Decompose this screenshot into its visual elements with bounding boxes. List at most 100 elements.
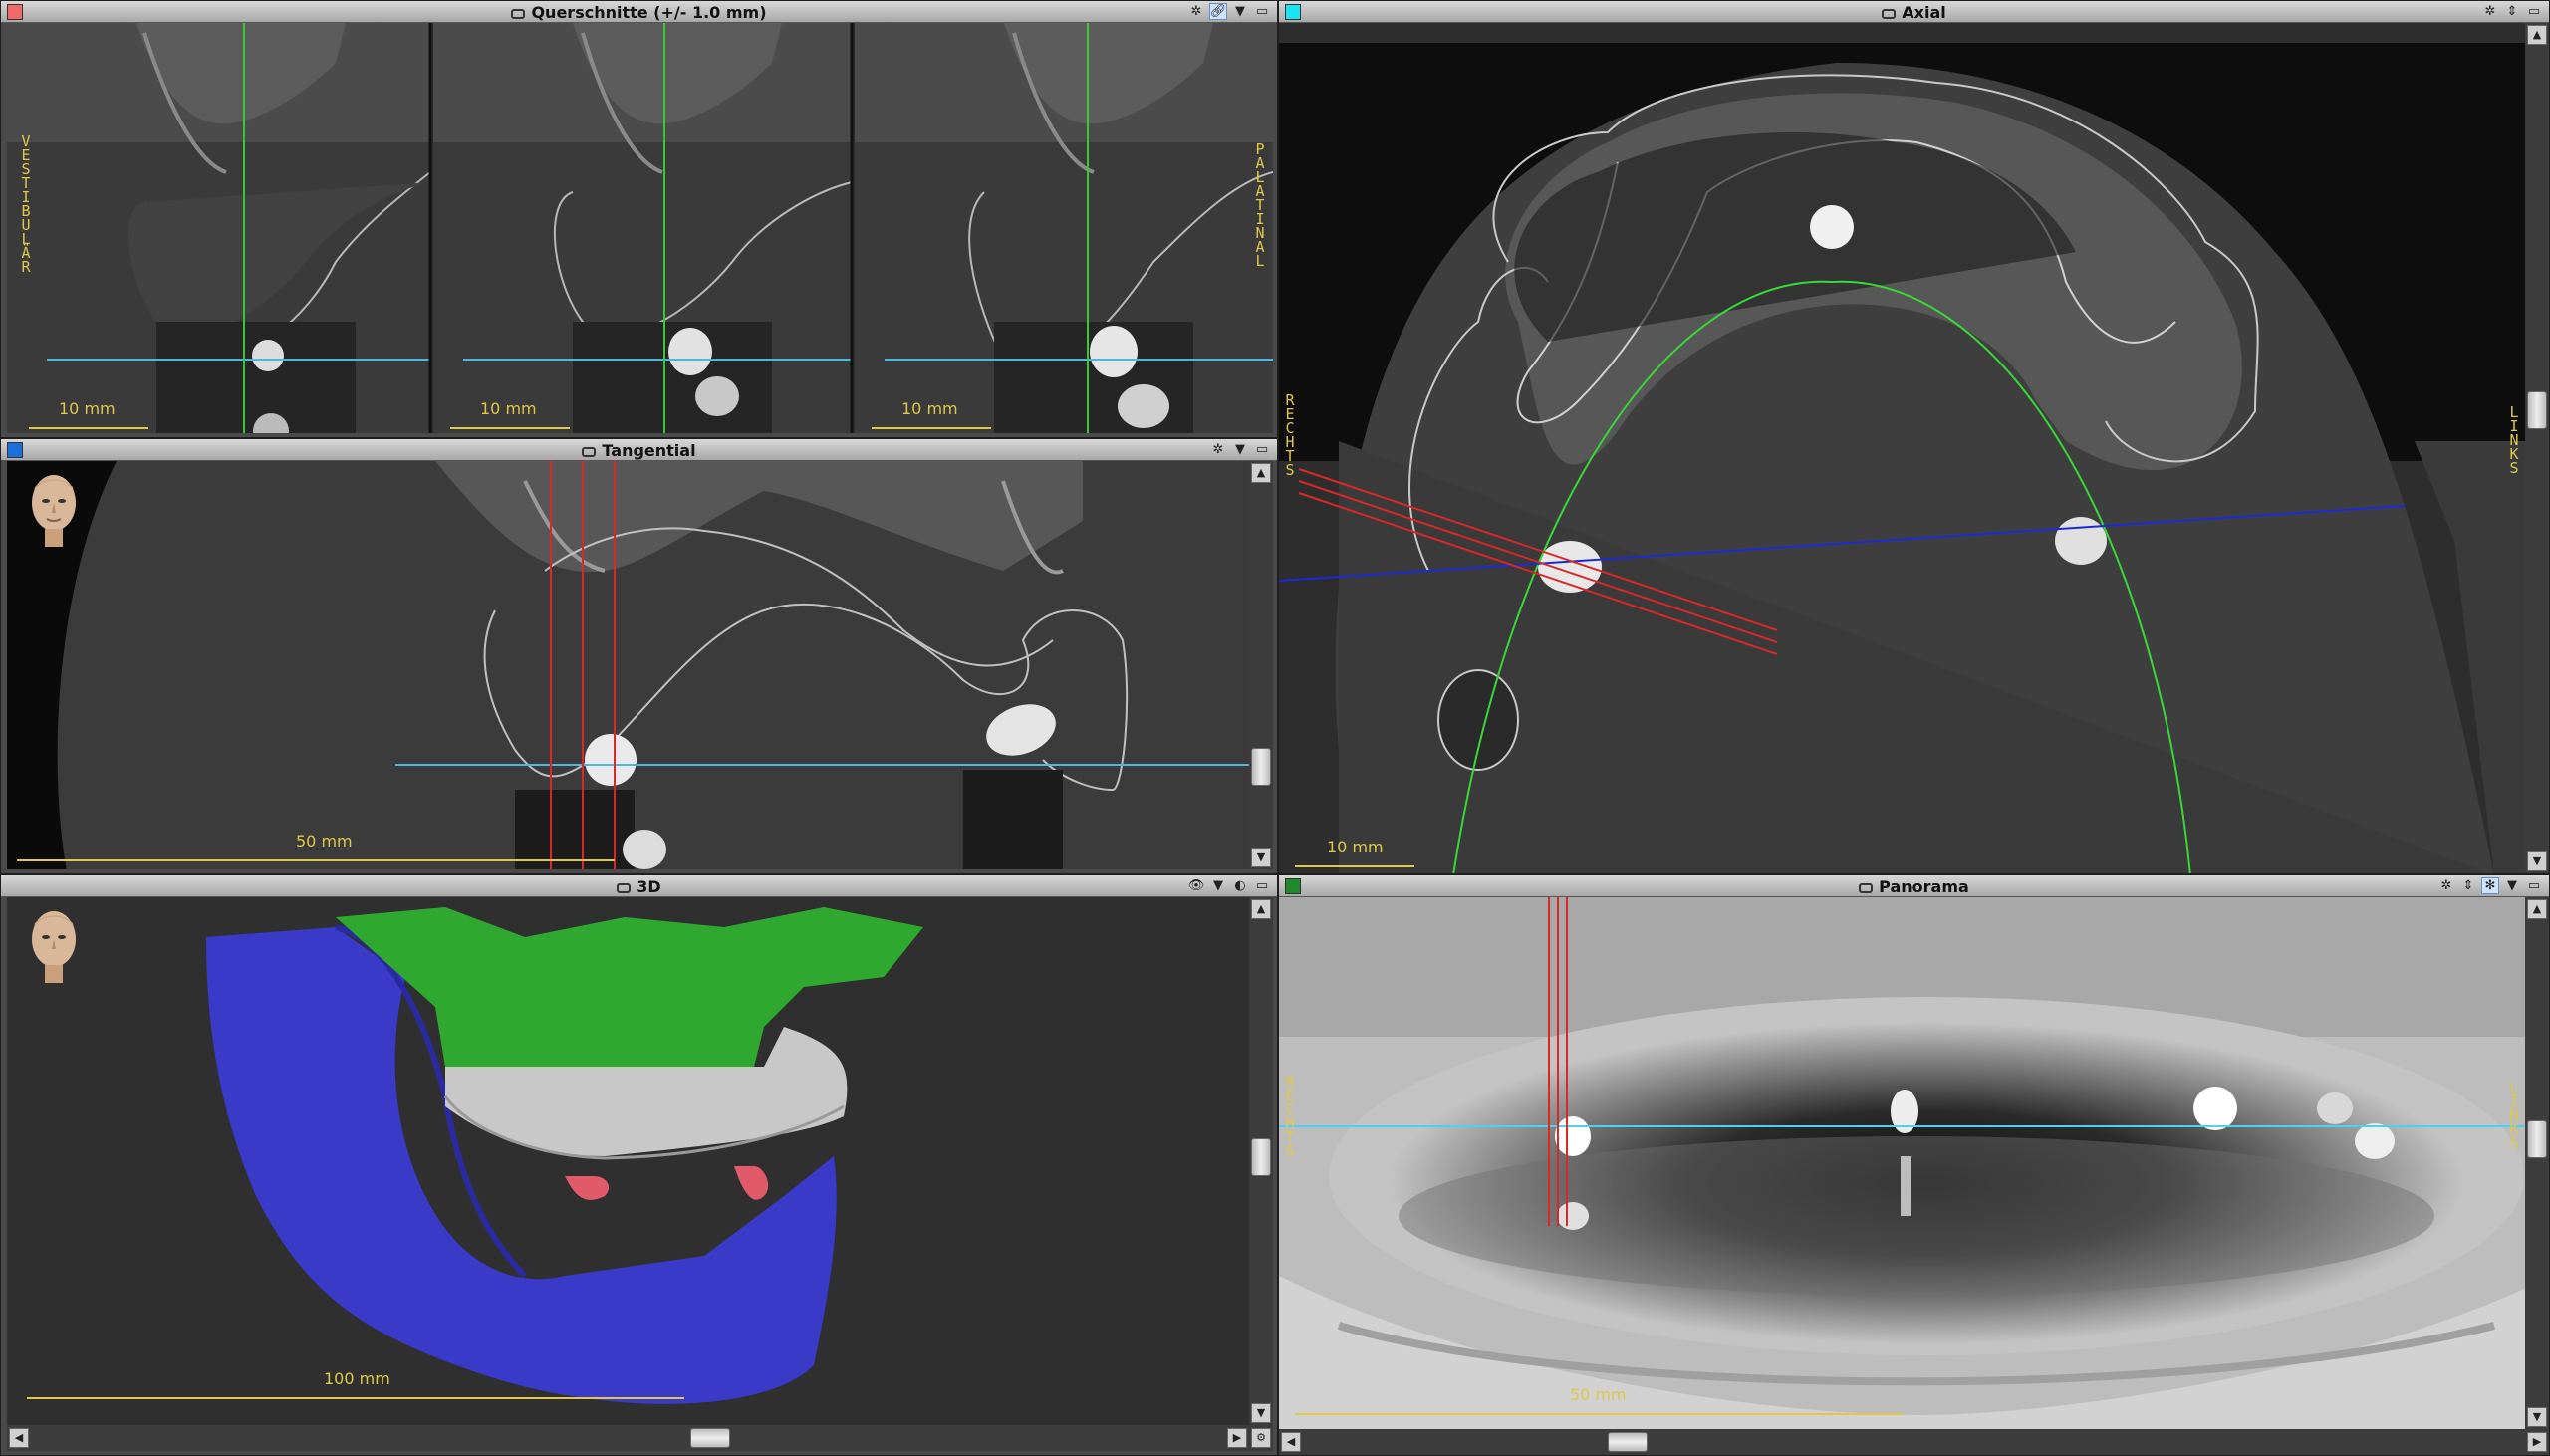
3d-horizontal-scrollbar[interactable]: ◀ ▶ ⚙ <box>7 1425 1273 1451</box>
3d-model-render <box>7 897 1249 1427</box>
maximize-icon[interactable]: ▭ <box>1253 3 1271 20</box>
scroll-thumb[interactable] <box>1608 1432 1648 1452</box>
scroll-left-button[interactable]: ◀ <box>9 1428 29 1448</box>
axial-rechts-label: RECHTS <box>1285 391 1295 479</box>
camera-icon[interactable] <box>1882 9 1897 19</box>
3d-title-text: 3D <box>637 877 661 896</box>
tools-icon[interactable]: ✲ <box>2437 877 2455 894</box>
camera-icon[interactable] <box>1859 883 1874 893</box>
tools-icon[interactable]: ✲ <box>1209 441 1227 458</box>
scroll-up-button[interactable]: ▲ <box>2527 899 2547 919</box>
camera-icon[interactable] <box>582 447 597 457</box>
maximize-icon[interactable]: ▭ <box>2525 3 2543 20</box>
querschnitte-pane: Querschnitte (+/- 1.0 mm) ✲ 🔗︎ ▼ ▭ VESTI… <box>0 0 1278 438</box>
scroll-thumb[interactable] <box>2527 1120 2547 1158</box>
panorama-scale-bar <box>1295 1405 1903 1415</box>
scroll-thumb[interactable] <box>1251 1138 1271 1176</box>
palatinal-label: PALATINAL <box>1255 140 1265 270</box>
tangential-titlebar: Tangential ✲ ▼ ▭ <box>1 439 1277 461</box>
querschnitte-scale-bar-1 <box>29 419 148 429</box>
scroll-down-button[interactable]: ▼ <box>1251 848 1271 867</box>
scroll-up-button[interactable]: ▲ <box>1251 463 1271 483</box>
render-toggle-icon[interactable]: ◐ <box>1231 877 1249 894</box>
scroll-down-button[interactable]: ▼ <box>2527 851 2547 871</box>
tangential-title: Tangential <box>1 441 1277 460</box>
3d-scale-bar <box>27 1389 684 1399</box>
dropdown-icon[interactable]: ▼ <box>1231 3 1249 20</box>
camera-icon[interactable] <box>617 883 632 893</box>
slice-adjust-icon[interactable]: ⇕ <box>2459 877 2477 894</box>
3d-toolbar: 👁︎ ▼ ◐ ▭ <box>1187 877 1271 894</box>
dropdown-icon[interactable]: ▼ <box>1209 877 1227 894</box>
vestibular-label: VESTIBULÄR <box>21 132 31 276</box>
axial-title: Axial <box>1279 3 2549 22</box>
head-orientation-icon[interactable] <box>23 905 85 983</box>
tangential-vertical-scrollbar[interactable]: ▲ ▼ <box>1249 461 1273 869</box>
axial-titlebar: Axial ✲ ⇕ ▭ <box>1279 1 2549 23</box>
scroll-thumb[interactable] <box>2527 391 2547 429</box>
tangential-pane: Tangential ✲ ▼ ▭ 50 mm ▲ ▼ <box>0 438 1278 874</box>
scroll-right-button[interactable]: ▶ <box>2527 1432 2547 1452</box>
maximize-icon[interactable]: ▭ <box>1253 877 1271 894</box>
scroll-thumb[interactable] <box>690 1428 730 1448</box>
slice-adjust-icon[interactable]: ⇕ <box>2503 3 2521 20</box>
panorama-horizontal-scrollbar[interactable]: ◀ ▶ <box>1279 1429 2549 1455</box>
camera-icon[interactable] <box>511 9 526 19</box>
tools-icon[interactable]: ✲ <box>2481 3 2499 20</box>
scroll-up-button[interactable]: ▲ <box>1251 899 1271 919</box>
settings-gear-icon[interactable]: ⚙ <box>1251 1428 1271 1448</box>
panorama-vertical-scrollbar[interactable]: ▲ ▼ <box>2525 897 2549 1429</box>
3d-titlebar: 3D 👁︎ ▼ ◐ ▭ <box>1 875 1277 897</box>
3d-pane: 3D 👁︎ ▼ ◐ ▭ 100 mm ▲ ▼ ◀ ▶ ⚙ <box>0 874 1278 1456</box>
tangential-toolbar: ✲ ▼ ▭ <box>1209 441 1271 458</box>
head-orientation-icon[interactable] <box>23 469 85 547</box>
eye-icon[interactable]: 👁︎ <box>1187 877 1205 894</box>
querschnitte-scale-label-2: 10 mm <box>480 399 537 418</box>
dropdown-icon[interactable]: ▼ <box>2503 877 2521 894</box>
scroll-right-button[interactable]: ▶ <box>1227 1428 1247 1448</box>
tangential-scale-bar <box>17 851 615 861</box>
querschnitte-title-text: Querschnitte (+/- 1.0 mm) <box>531 3 767 22</box>
querschnitte-scale-bar-3 <box>872 419 991 429</box>
axial-links-label: LINKS <box>2509 403 2519 477</box>
axial-scale-bar <box>1295 857 1414 867</box>
panorama-titlebar: Panorama ✲ ⇕ ✻ ▼ ▭ <box>1279 875 2549 897</box>
tangential-image <box>7 461 1249 869</box>
axial-pane: Axial ✲ ⇕ ▭ RECHTS LINKS 10 mm ▲ ▼ <box>1278 0 2550 874</box>
querschnitte-title: Querschnitte (+/- 1.0 mm) <box>1 3 1277 22</box>
scroll-down-button[interactable]: ▼ <box>2527 1407 2547 1427</box>
snowflake-icon[interactable]: ✻ <box>2481 877 2499 894</box>
tangential-title-text: Tangential <box>602 441 696 460</box>
tangential-view[interactable]: 50 mm ▲ ▼ <box>7 461 1273 869</box>
querschnitte-titlebar: Querschnitte (+/- 1.0 mm) ✲ 🔗︎ ▼ ▭ <box>1 1 1277 23</box>
panorama-title: Panorama <box>1279 877 2549 896</box>
panorama-links-label: LINKS <box>2509 1079 2519 1152</box>
link-icon[interactable]: 🔗︎ <box>1209 3 1227 20</box>
scroll-thumb[interactable] <box>1251 748 1271 786</box>
querschnitte-scale-label-1: 10 mm <box>59 399 116 418</box>
tangential-scale-label: 50 mm <box>296 832 353 850</box>
querschnitte-images <box>7 23 1273 433</box>
querschnitte-scale-bar-2 <box>450 419 570 429</box>
axial-scale-label: 10 mm <box>1327 838 1384 856</box>
tools-icon[interactable]: ✲ <box>1187 3 1205 20</box>
maximize-icon[interactable]: ▭ <box>2525 877 2543 894</box>
3d-scale-label: 100 mm <box>324 1369 390 1388</box>
axial-vertical-scrollbar[interactable]: ▲ ▼ <box>2525 23 2549 873</box>
scroll-left-button[interactable]: ◀ <box>1281 1432 1301 1452</box>
panorama-title-text: Panorama <box>1879 877 1969 896</box>
panorama-toolbar: ✲ ⇕ ✻ ▼ ▭ <box>2437 877 2543 894</box>
scroll-down-button[interactable]: ▼ <box>1251 1403 1271 1423</box>
axial-view[interactable]: RECHTS LINKS 10 mm ▲ ▼ <box>1279 23 2549 873</box>
dropdown-icon[interactable]: ▼ <box>1231 441 1249 458</box>
maximize-icon[interactable]: ▭ <box>1253 441 1271 458</box>
panorama-pane: Panorama ✲ ⇕ ✻ ▼ ▭ RECHTS LINKS 50 mm ▲ … <box>1278 874 2550 1456</box>
panorama-rechts-label: RECHTS <box>1285 1073 1295 1160</box>
scroll-up-button[interactable]: ▲ <box>2527 25 2547 45</box>
querschnitte-view[interactable]: VESTIBULÄR PALATINAL 10 mm 10 mm 10 mm <box>7 23 1273 433</box>
panorama-view[interactable]: RECHTS LINKS 50 mm ▲ ▼ ◀ ▶ <box>1279 897 2549 1455</box>
axial-image <box>1279 23 2527 873</box>
3d-view[interactable]: 100 mm ▲ ▼ ◀ ▶ ⚙ <box>7 897 1273 1451</box>
3d-vertical-scrollbar[interactable]: ▲ ▼ <box>1249 897 1273 1425</box>
querschnitte-toolbar: ✲ 🔗︎ ▼ ▭ <box>1187 3 1271 20</box>
